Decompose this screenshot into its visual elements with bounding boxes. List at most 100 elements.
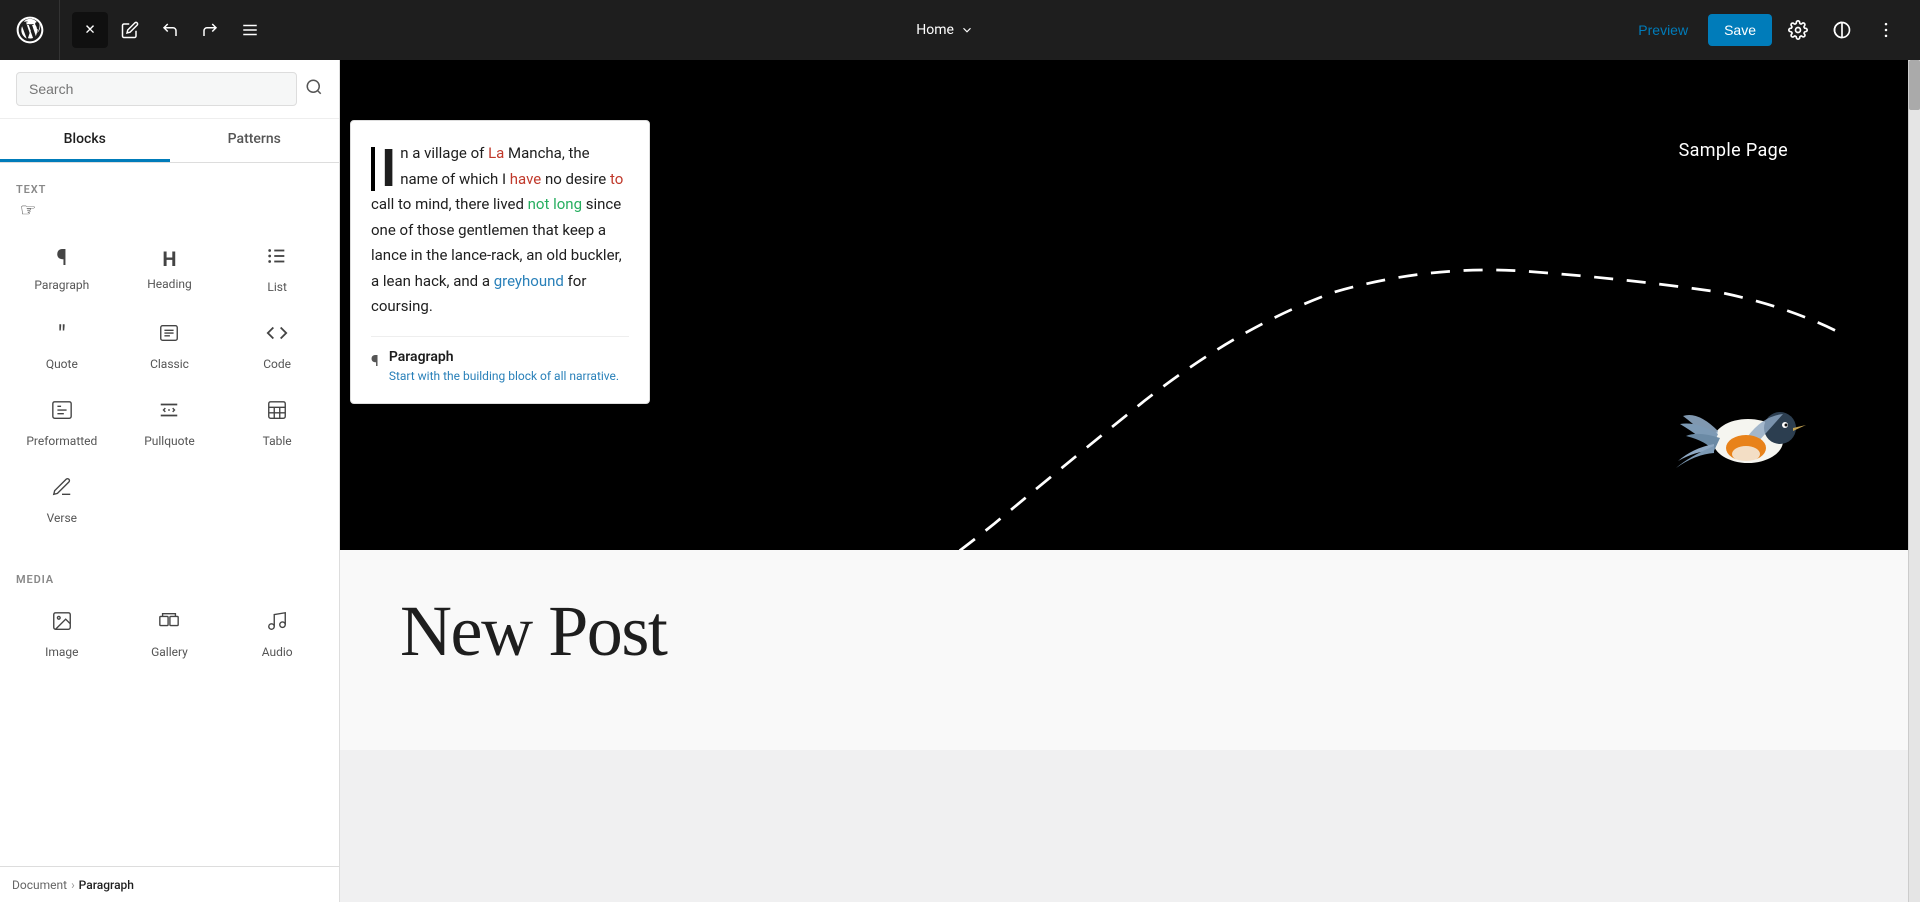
cursor-hint: ☞ xyxy=(20,200,36,221)
popup-para-title: Paragraph xyxy=(389,349,619,365)
breadcrumb-separator: › xyxy=(71,878,75,892)
classic-label: Classic xyxy=(150,357,189,371)
search-button[interactable] xyxy=(305,78,323,101)
tabs-row: Blocks Patterns xyxy=(0,119,339,163)
close-button[interactable]: ✕ xyxy=(72,12,108,48)
block-heading[interactable]: H Heading xyxy=(116,229,224,306)
menu-icon xyxy=(241,21,259,39)
canvas-scroll: Sample Page I n a village of La Mancha, … xyxy=(340,60,1908,902)
contrast-icon xyxy=(1832,20,1852,40)
list-icon xyxy=(266,245,288,272)
image-icon xyxy=(51,610,73,637)
block-list[interactable]: List xyxy=(223,229,331,306)
image-label: Image xyxy=(45,645,78,659)
block-audio[interactable]: Audio xyxy=(223,594,331,671)
popup-para-desc: Start with the building block of all nar… xyxy=(389,369,619,383)
toolbar-center: Home xyxy=(280,16,1610,44)
paragraph-label: Paragraph xyxy=(34,278,89,292)
preview-button[interactable]: Preview xyxy=(1626,16,1700,44)
quote-icon: " xyxy=(58,323,66,349)
sidebar-content: TEXT ☞ ¶ Paragraph H Heading xyxy=(0,163,339,902)
preformatted-label: Preformatted xyxy=(26,434,97,448)
block-table[interactable]: Table xyxy=(223,383,331,460)
save-button[interactable]: Save xyxy=(1708,14,1772,46)
undo-button[interactable] xyxy=(152,12,188,48)
toolbar-actions: ✕ xyxy=(60,12,280,48)
block-verse[interactable]: Verse xyxy=(8,460,116,537)
block-code[interactable]: Code xyxy=(223,306,331,383)
block-gallery[interactable]: Gallery xyxy=(116,594,224,671)
gallery-label: Gallery xyxy=(151,645,188,659)
wordpress-icon xyxy=(14,14,46,46)
verse-icon xyxy=(51,476,73,503)
undo-icon xyxy=(161,21,179,39)
page-name: Home xyxy=(916,22,954,38)
popup-text: I n a village of La Mancha, the name of … xyxy=(371,141,629,320)
scrollbar-track[interactable] xyxy=(1908,60,1920,902)
block-paragraph[interactable]: ¶ Paragraph xyxy=(8,229,116,306)
edit-button[interactable] xyxy=(112,12,148,48)
pullquote-icon xyxy=(158,399,180,426)
search-icon xyxy=(305,78,323,96)
breadcrumb: Document › Paragraph xyxy=(0,866,340,902)
tab-blocks[interactable]: Blocks xyxy=(0,119,170,162)
settings-button[interactable] xyxy=(1780,12,1816,48)
bird-svg xyxy=(1668,376,1828,486)
code-label: Code xyxy=(263,357,291,371)
redo-icon xyxy=(201,21,219,39)
edit-icon xyxy=(121,21,139,39)
audio-icon xyxy=(266,610,288,637)
table-icon xyxy=(266,399,288,426)
search-bar xyxy=(0,60,339,119)
media-section-label: MEDIA xyxy=(0,565,339,590)
hero-section: Sample Page I n a village of La Mancha, … xyxy=(340,60,1908,550)
popup-para-icon: ¶ xyxy=(371,351,379,370)
popup-divider xyxy=(371,336,629,337)
scrollbar-thumb[interactable] xyxy=(1909,60,1920,110)
block-quote[interactable]: " Quote xyxy=(8,306,116,383)
block-classic[interactable]: Classic xyxy=(116,306,224,383)
sidebar: Blocks Patterns TEXT ☞ ¶ Paragraph H Hea… xyxy=(0,60,340,902)
chevron-down-icon xyxy=(960,23,974,37)
sample-page-label: Sample Page xyxy=(1679,140,1788,161)
drop-cap: I xyxy=(371,147,396,191)
breadcrumb-paragraph[interactable]: Paragraph xyxy=(79,878,134,892)
more-icon xyxy=(1876,20,1896,40)
gallery-icon xyxy=(158,610,180,637)
search-input[interactable] xyxy=(16,72,297,106)
breadcrumb-document[interactable]: Document xyxy=(12,878,67,892)
block-pullquote[interactable]: Pullquote xyxy=(116,383,224,460)
pullquote-label: Pullquote xyxy=(144,434,195,448)
heading-icon: H xyxy=(162,249,176,269)
block-image[interactable]: Image xyxy=(8,594,116,671)
menu-button[interactable] xyxy=(232,12,268,48)
more-options-button[interactable] xyxy=(1868,12,1904,48)
page-nav[interactable]: Home xyxy=(904,16,986,44)
code-icon xyxy=(266,322,288,349)
popup-card: I n a village of La Mancha, the name of … xyxy=(350,120,650,404)
wp-logo[interactable] xyxy=(0,0,60,60)
media-blocks-grid: Image Gallery xyxy=(0,590,339,675)
new-post-title[interactable]: New Post xyxy=(400,590,1848,673)
popup-para-info: Paragraph Start with the building block … xyxy=(389,349,619,383)
classic-icon xyxy=(158,322,180,349)
new-post-section: New Post xyxy=(340,550,1908,750)
text-blocks-grid: ¶ Paragraph H Heading xyxy=(0,225,339,541)
heading-label: Heading xyxy=(147,277,192,291)
contrast-button[interactable] xyxy=(1824,12,1860,48)
quote-label: Quote xyxy=(46,357,78,371)
block-preformatted[interactable]: Preformatted xyxy=(8,383,116,460)
tab-patterns[interactable]: Patterns xyxy=(170,119,340,162)
redo-button[interactable] xyxy=(192,12,228,48)
settings-icon xyxy=(1788,20,1808,40)
audio-label: Audio xyxy=(262,645,293,659)
table-label: Table xyxy=(263,434,292,448)
verse-label: Verse xyxy=(47,511,77,525)
popup-paragraph-row: ¶ Paragraph Start with the building bloc… xyxy=(371,349,629,383)
canvas-area[interactable]: Sample Page I n a village of La Mancha, … xyxy=(340,60,1908,902)
text-section-label: TEXT xyxy=(0,175,339,200)
paragraph-icon: ¶ xyxy=(56,248,67,270)
bird-area xyxy=(1668,376,1828,490)
list-label: List xyxy=(267,280,287,294)
toolbar-right: Preview Save xyxy=(1610,12,1920,48)
